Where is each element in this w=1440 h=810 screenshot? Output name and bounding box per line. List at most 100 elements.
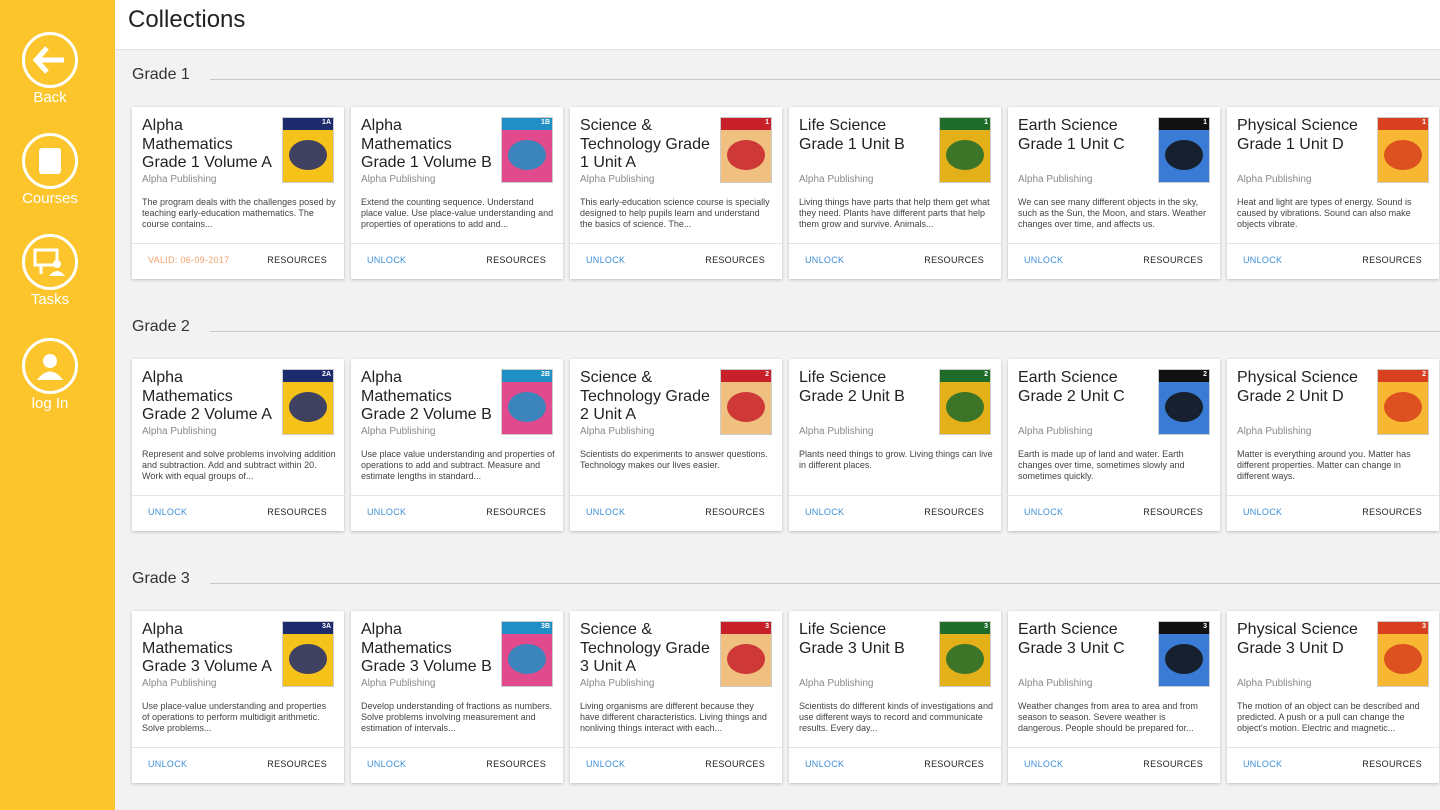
course-card[interactable]: Alpha Mathematics Grade 1 Volume B Alpha … (351, 107, 563, 279)
course-cover-image[interactable]: 3 (939, 621, 991, 687)
unlock-button[interactable]: UNLOCK (586, 507, 625, 517)
unlock-button[interactable]: UNLOCK (586, 255, 625, 265)
course-cover-image[interactable]: 2B (501, 369, 553, 435)
unlock-button[interactable]: UNLOCK (367, 255, 406, 265)
course-card[interactable]: Alpha Mathematics Grade 3 Volume A Alpha … (132, 611, 344, 783)
resources-button[interactable]: RESOURCES (1143, 759, 1203, 769)
course-cover-image[interactable]: 2 (1377, 369, 1429, 435)
tasks-button[interactable]: Tasks (0, 234, 100, 308)
resources-button[interactable]: RESOURCES (1143, 507, 1203, 517)
course-title[interactable]: Earth Science Grade 2 Unit C (1018, 369, 1152, 406)
cover-art (1384, 140, 1422, 170)
course-card[interactable]: Life Science Grade 1 Unit B Alpha Publish… (789, 107, 1001, 279)
unlock-button[interactable]: UNLOCK (1024, 255, 1063, 265)
course-title[interactable]: Science & Technology Grade 2 Unit A (580, 369, 714, 425)
resources-button[interactable]: RESOURCES (1362, 255, 1422, 265)
course-title[interactable]: Alpha Mathematics Grade 1 Volume B (361, 117, 495, 173)
course-card[interactable]: Earth Science Grade 3 Unit C Alpha Publis… (1008, 611, 1220, 783)
course-card[interactable]: Earth Science Grade 2 Unit C Alpha Publis… (1008, 359, 1220, 531)
course-cover-image[interactable]: 2 (720, 369, 772, 435)
course-card[interactable]: Alpha Mathematics Grade 1 Volume A Alpha … (132, 107, 344, 279)
course-card[interactable]: Earth Science Grade 1 Unit C Alpha Publis… (1008, 107, 1220, 279)
login-button[interactable]: log In (0, 338, 100, 412)
resources-button[interactable]: RESOURCES (1362, 507, 1422, 517)
course-card[interactable]: Science & Technology Grade 3 Unit A Alpha… (570, 611, 782, 783)
resources-button[interactable]: RESOURCES (1362, 759, 1422, 769)
course-card[interactable]: Physical Science Grade 3 Unit D Alpha Pub… (1227, 611, 1439, 783)
unlock-button[interactable]: UNLOCK (1243, 759, 1282, 769)
course-title[interactable]: Earth Science Grade 1 Unit C (1018, 117, 1152, 154)
course-title[interactable]: Physical Science Grade 1 Unit D (1237, 117, 1371, 154)
unlock-button[interactable]: UNLOCK (367, 759, 406, 769)
resources-button[interactable]: RESOURCES (924, 759, 984, 769)
unlock-button[interactable]: UNLOCK (1024, 759, 1063, 769)
unlock-button[interactable]: UNLOCK (805, 759, 844, 769)
course-cover-image[interactable]: 1 (939, 117, 991, 183)
resources-button[interactable]: RESOURCES (705, 255, 765, 265)
unlock-button[interactable]: UNLOCK (1024, 507, 1063, 517)
course-cover-image[interactable]: 3A (282, 621, 334, 687)
card-divider (789, 495, 1001, 496)
unlock-button[interactable]: UNLOCK (805, 507, 844, 517)
course-cover-image[interactable]: 1 (1377, 117, 1429, 183)
courses-button[interactable]: Courses (0, 133, 100, 207)
course-cover-image[interactable]: 1B (501, 117, 553, 183)
resources-button[interactable]: RESOURCES (267, 255, 327, 265)
course-cover-image[interactable]: 3 (1158, 621, 1210, 687)
resources-button[interactable]: RESOURCES (486, 759, 546, 769)
course-title[interactable]: Alpha Mathematics Grade 1 Volume A (142, 117, 276, 173)
unlock-button[interactable]: UNLOCK (148, 759, 187, 769)
course-cover-image[interactable]: 1 (720, 117, 772, 183)
course-card[interactable]: Physical Science Grade 1 Unit D Alpha Pub… (1227, 107, 1439, 279)
course-card[interactable]: Alpha Mathematics Grade 2 Volume B Alpha … (351, 359, 563, 531)
course-title[interactable]: Alpha Mathematics Grade 2 Volume B (361, 369, 495, 425)
valid-until-label: VALID: 06-09-2017 (148, 255, 230, 265)
course-title[interactable]: Science & Technology Grade 3 Unit A (580, 621, 714, 677)
course-title[interactable]: Alpha Mathematics Grade 3 Volume B (361, 621, 495, 677)
course-cover-image[interactable]: 2A (282, 369, 334, 435)
course-title[interactable]: Life Science Grade 2 Unit B (799, 369, 933, 406)
course-card[interactable]: Alpha Mathematics Grade 3 Volume B Alpha … (351, 611, 563, 783)
resources-button[interactable]: RESOURCES (1143, 255, 1203, 265)
course-card[interactable]: Science & Technology Grade 2 Unit A Alpha… (570, 359, 782, 531)
course-title[interactable]: Science & Technology Grade 1 Unit A (580, 117, 714, 173)
course-title[interactable]: Life Science Grade 3 Unit B (799, 621, 933, 658)
course-title[interactable]: Earth Science Grade 3 Unit C (1018, 621, 1152, 658)
course-cover-image[interactable]: 3B (501, 621, 553, 687)
course-card[interactable]: Physical Science Grade 2 Unit D Alpha Pub… (1227, 359, 1439, 531)
course-cover-image[interactable]: 3 (1377, 621, 1429, 687)
resources-button[interactable]: RESOURCES (924, 255, 984, 265)
card-divider (1227, 495, 1439, 496)
grade-heading: Grade 2 (132, 318, 190, 335)
unlock-button[interactable]: UNLOCK (367, 507, 406, 517)
course-cover-image[interactable]: 1A (282, 117, 334, 183)
resources-button[interactable]: RESOURCES (267, 507, 327, 517)
course-cover-image[interactable]: 2 (1158, 369, 1210, 435)
course-title[interactable]: Alpha Mathematics Grade 2 Volume A (142, 369, 276, 425)
unlock-button[interactable]: UNLOCK (1243, 255, 1282, 265)
course-cover-image[interactable]: 1 (1158, 117, 1210, 183)
unlock-button[interactable]: UNLOCK (1243, 507, 1282, 517)
back-button[interactable]: Back (0, 32, 100, 106)
resources-button[interactable]: RESOURCES (705, 759, 765, 769)
cover-band (1378, 118, 1428, 130)
course-title[interactable]: Physical Science Grade 2 Unit D (1237, 369, 1371, 406)
resources-button[interactable]: RESOURCES (267, 759, 327, 769)
course-description: The program deals with the challenges po… (142, 197, 336, 229)
course-card[interactable]: Life Science Grade 3 Unit B Alpha Publish… (789, 611, 1001, 783)
resources-button[interactable]: RESOURCES (705, 507, 765, 517)
unlock-button[interactable]: UNLOCK (586, 759, 625, 769)
course-card[interactable]: Life Science Grade 2 Unit B Alpha Publish… (789, 359, 1001, 531)
unlock-button[interactable]: UNLOCK (805, 255, 844, 265)
course-title[interactable]: Physical Science Grade 3 Unit D (1237, 621, 1371, 658)
course-title[interactable]: Life Science Grade 1 Unit B (799, 117, 933, 154)
course-card[interactable]: Science & Technology Grade 1 Unit A Alpha… (570, 107, 782, 279)
resources-button[interactable]: RESOURCES (486, 255, 546, 265)
course-card[interactable]: Alpha Mathematics Grade 2 Volume A Alpha … (132, 359, 344, 531)
resources-button[interactable]: RESOURCES (924, 507, 984, 517)
resources-button[interactable]: RESOURCES (486, 507, 546, 517)
course-title[interactable]: Alpha Mathematics Grade 3 Volume A (142, 621, 276, 677)
course-cover-image[interactable]: 3 (720, 621, 772, 687)
course-cover-image[interactable]: 2 (939, 369, 991, 435)
unlock-button[interactable]: UNLOCK (148, 507, 187, 517)
